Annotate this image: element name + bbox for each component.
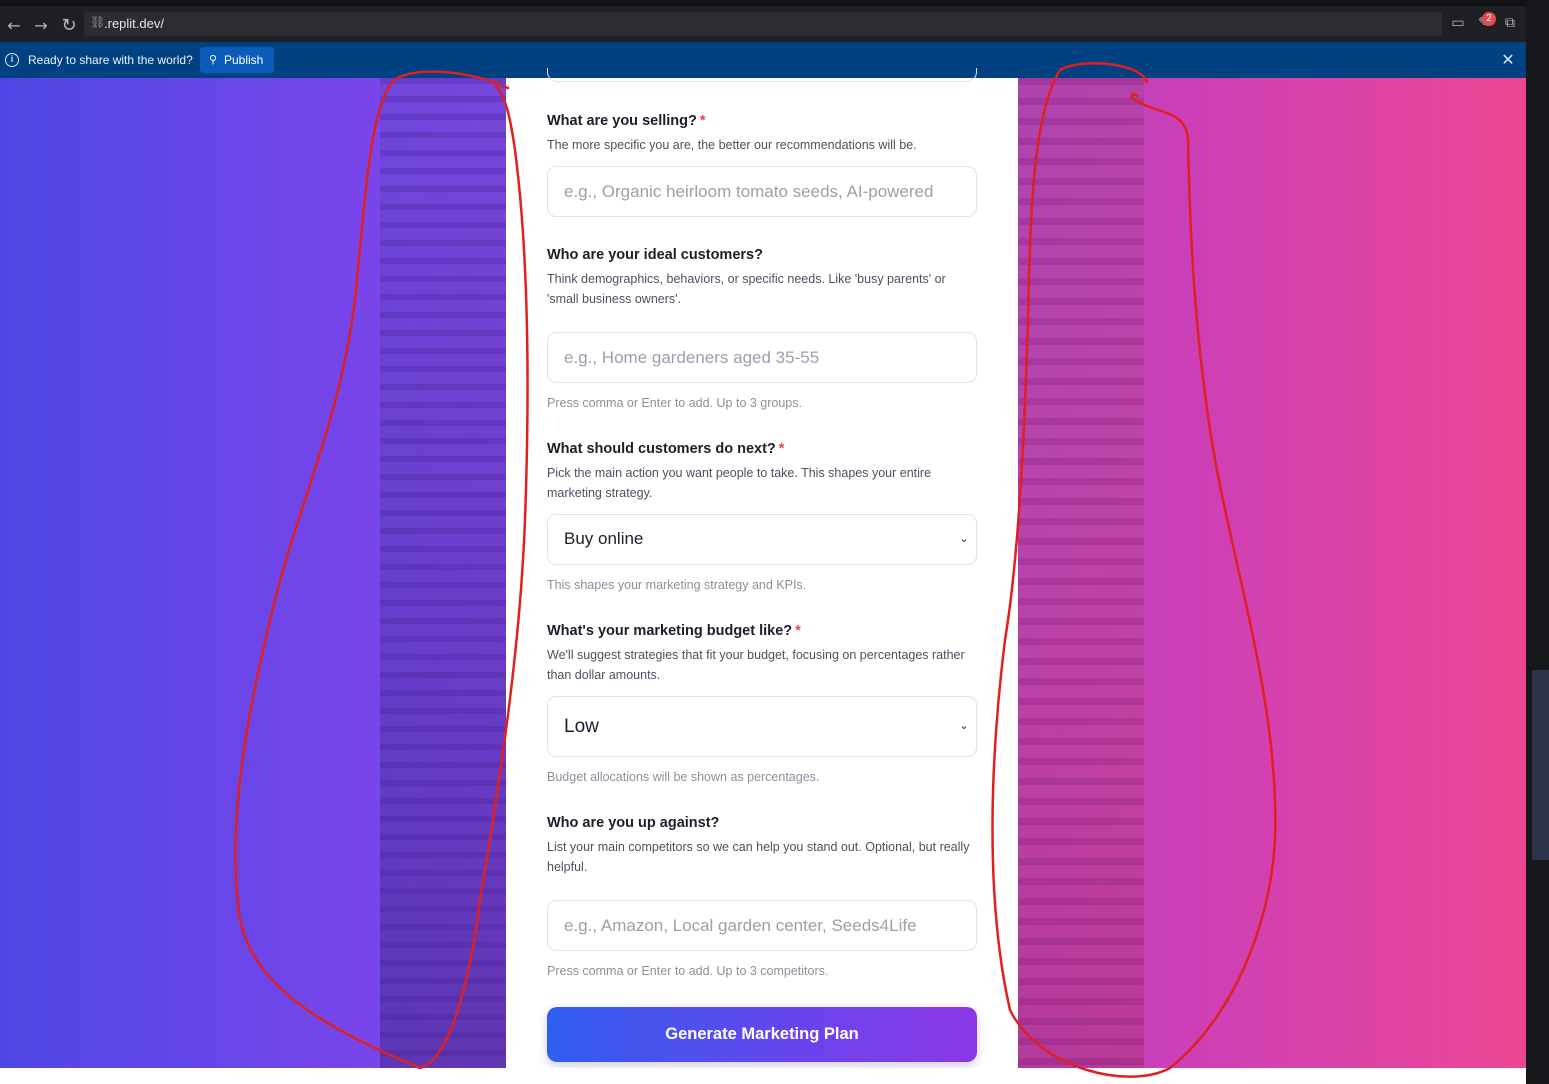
- notification-badge: 2: [1482, 12, 1496, 26]
- publish-button[interactable]: ⚲ Publish: [200, 47, 274, 73]
- next-action-value: Buy online: [564, 529, 644, 548]
- generate-marketing-plan-button[interactable]: Generate Marketing Plan: [547, 1007, 977, 1062]
- budget-label: What's your marketing budget like? *: [547, 623, 801, 639]
- competitors-input[interactable]: [547, 900, 977, 951]
- next-action-help: Pick the main action you want people to …: [547, 466, 932, 500]
- chevron-down-icon: ⌄: [959, 532, 969, 545]
- competitors-help: List your main competitors so we can hel…: [547, 840, 970, 874]
- forward-arrow-icon[interactable]: →: [31, 16, 51, 36]
- customers-input[interactable]: [547, 332, 977, 383]
- desktop-edge: [1526, 0, 1549, 1084]
- budget-select[interactable]: Low ⌄: [547, 696, 977, 757]
- budget-note: Budget allocations will be shown as perc…: [547, 770, 820, 784]
- devices-icon[interactable]: ▭: [1448, 15, 1468, 35]
- bottom-edge: [0, 1068, 1526, 1084]
- competitors-label: Who are you up against?: [547, 815, 720, 831]
- publish-label: Publish: [224, 53, 264, 67]
- next-action-select[interactable]: Buy online ⌄: [547, 514, 977, 565]
- address-bar[interactable]: ⛓ .replit.dev/: [84, 12, 1442, 36]
- info-icon: i: [5, 53, 19, 67]
- budget-help: We'll suggest strategies that fit your b…: [547, 648, 965, 682]
- background-photo-left: [380, 78, 506, 1068]
- selling-label: What are you selling? *: [547, 113, 706, 129]
- selling-input[interactable]: [547, 166, 977, 217]
- selling-help: The more specific you are, the better ou…: [547, 138, 917, 152]
- reload-icon[interactable]: ↻: [59, 16, 79, 36]
- form-card: What are you selling? * The more specific…: [506, 68, 1018, 1068]
- link-icon: ⛓: [90, 15, 106, 29]
- required-marker: *: [795, 623, 801, 639]
- budget-value: Low: [564, 716, 599, 737]
- next-action-note: This shapes your marketing strategy and …: [547, 578, 807, 592]
- chevron-down-icon: ⌄: [959, 719, 969, 732]
- balloon-icon: ⚲: [209, 53, 218, 66]
- previous-field-edge: [547, 68, 977, 82]
- close-icon[interactable]: ✕: [1499, 51, 1517, 69]
- required-marker: *: [778, 441, 785, 457]
- background-photo-right: [1018, 78, 1144, 1068]
- open-external-icon[interactable]: ⧉: [1500, 15, 1520, 35]
- competitors-note: Press comma or Enter to add. Up to 3 com…: [547, 964, 829, 978]
- required-marker: *: [699, 113, 706, 129]
- customers-help: Think demographics, behaviors, or specif…: [547, 272, 946, 306]
- banner-message: Ready to share with the world?: [28, 53, 193, 67]
- browser-toolbar: ← → ↻ ⛓ .replit.dev/ ▭ ✎ 2 ⧉: [0, 0, 1526, 42]
- customers-note: Press comma or Enter to add. Up to 3 gro…: [547, 396, 802, 410]
- next-action-label: What should customers do next? *: [547, 441, 785, 457]
- back-arrow-icon[interactable]: ←: [4, 16, 24, 36]
- customers-label: Who are your ideal customers?: [547, 247, 763, 263]
- url-text: .replit.dev/: [104, 16, 164, 31]
